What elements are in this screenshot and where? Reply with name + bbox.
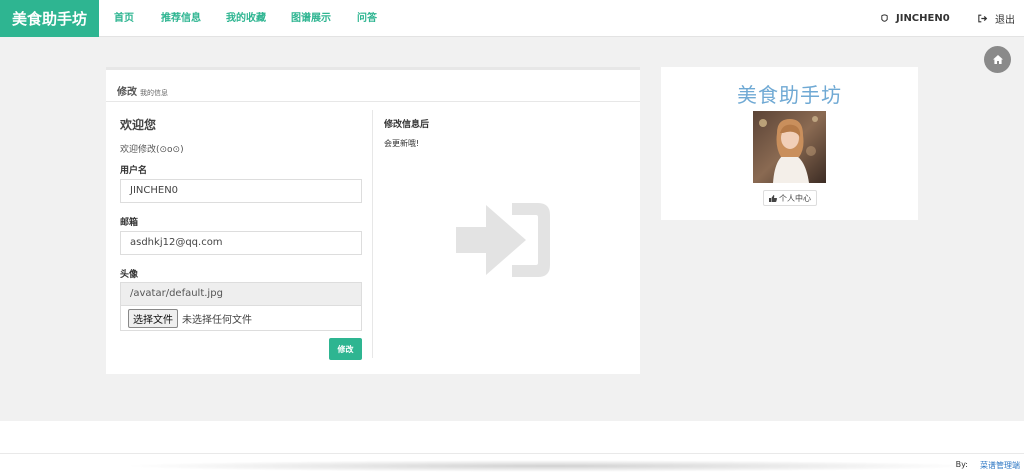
card-header: 修改 我的信息	[106, 70, 640, 102]
username-field-label: 用户名	[120, 166, 148, 176]
file-upload-row: 选择文件 未选择任何文件	[120, 306, 362, 331]
logout-link[interactable]: 退出	[978, 0, 1015, 37]
card-subtitle: 我的信息	[140, 89, 168, 97]
choose-file-button[interactable]: 选择文件	[128, 308, 178, 328]
top-navbar: 美食助手坊 首页 推荐信息 我的收藏 图谱展示 问答 JINCHEN0 退出	[0, 0, 1024, 37]
info-heading: 修改信息后	[384, 120, 430, 130]
nav-favorites[interactable]: 我的收藏	[226, 0, 266, 37]
email-field-label: 邮箱	[120, 218, 139, 228]
avatar-field-label: 头像	[120, 270, 139, 280]
username-label: JINCHEN0	[896, 13, 950, 24]
profile-title: 美食助手坊	[737, 83, 842, 107]
welcome-heading: 欢迎您	[120, 118, 157, 132]
personal-center-button[interactable]: 个人中心	[763, 190, 817, 206]
footer-admin-link[interactable]: 菜谱管理端	[980, 460, 1020, 471]
sign-in-icon	[456, 203, 550, 277]
user-icon	[881, 14, 888, 22]
footer: By: 菜谱管理端	[0, 453, 1024, 476]
edit-profile-card: 修改 我的信息 欢迎您 欢迎修改(⊙o⊙) 用户名 JINCHEN0 邮箱 asd…	[106, 67, 640, 374]
nav-recommend[interactable]: 推荐信息	[161, 0, 201, 37]
logout-icon	[978, 14, 988, 23]
info-panel: 修改信息后 会更新哦!	[372, 110, 628, 358]
edit-form: 欢迎您 欢迎修改(⊙o⊙) 用户名 JINCHEN0 邮箱 asdhkj12@q…	[120, 116, 362, 360]
avatar	[753, 111, 826, 183]
brand-logo[interactable]: 美食助手坊	[0, 0, 99, 37]
footer-by-label: By:	[955, 460, 968, 469]
home-button[interactable]	[984, 46, 1011, 73]
footer-band	[0, 421, 1024, 453]
welcome-text: 欢迎修改(⊙o⊙)	[120, 145, 184, 155]
thumbs-up-icon	[769, 194, 777, 202]
file-status-text: 未选择任何文件	[182, 314, 252, 326]
footer-shadow	[120, 460, 980, 472]
nav-home[interactable]: 首页	[114, 0, 134, 37]
card-title: 修改	[117, 87, 137, 98]
profile-card: 美食助手坊 个人中心	[661, 67, 918, 220]
avatar-path-input: /avatar/default.jpg	[120, 282, 362, 306]
logout-label: 退出	[995, 15, 1015, 26]
home-icon	[992, 55, 1003, 64]
nav-qa[interactable]: 问答	[357, 0, 377, 37]
username-input[interactable]: JINCHEN0	[120, 179, 362, 203]
email-input[interactable]: asdhkj12@qq.com	[120, 231, 362, 255]
info-text: 会更新哦!	[384, 139, 420, 148]
user-menu[interactable]: JINCHEN0	[880, 0, 950, 37]
personal-center-label: 个人中心	[779, 193, 811, 203]
submit-button[interactable]: 修改	[329, 338, 362, 360]
nav-graph[interactable]: 图谱展示	[291, 0, 331, 37]
